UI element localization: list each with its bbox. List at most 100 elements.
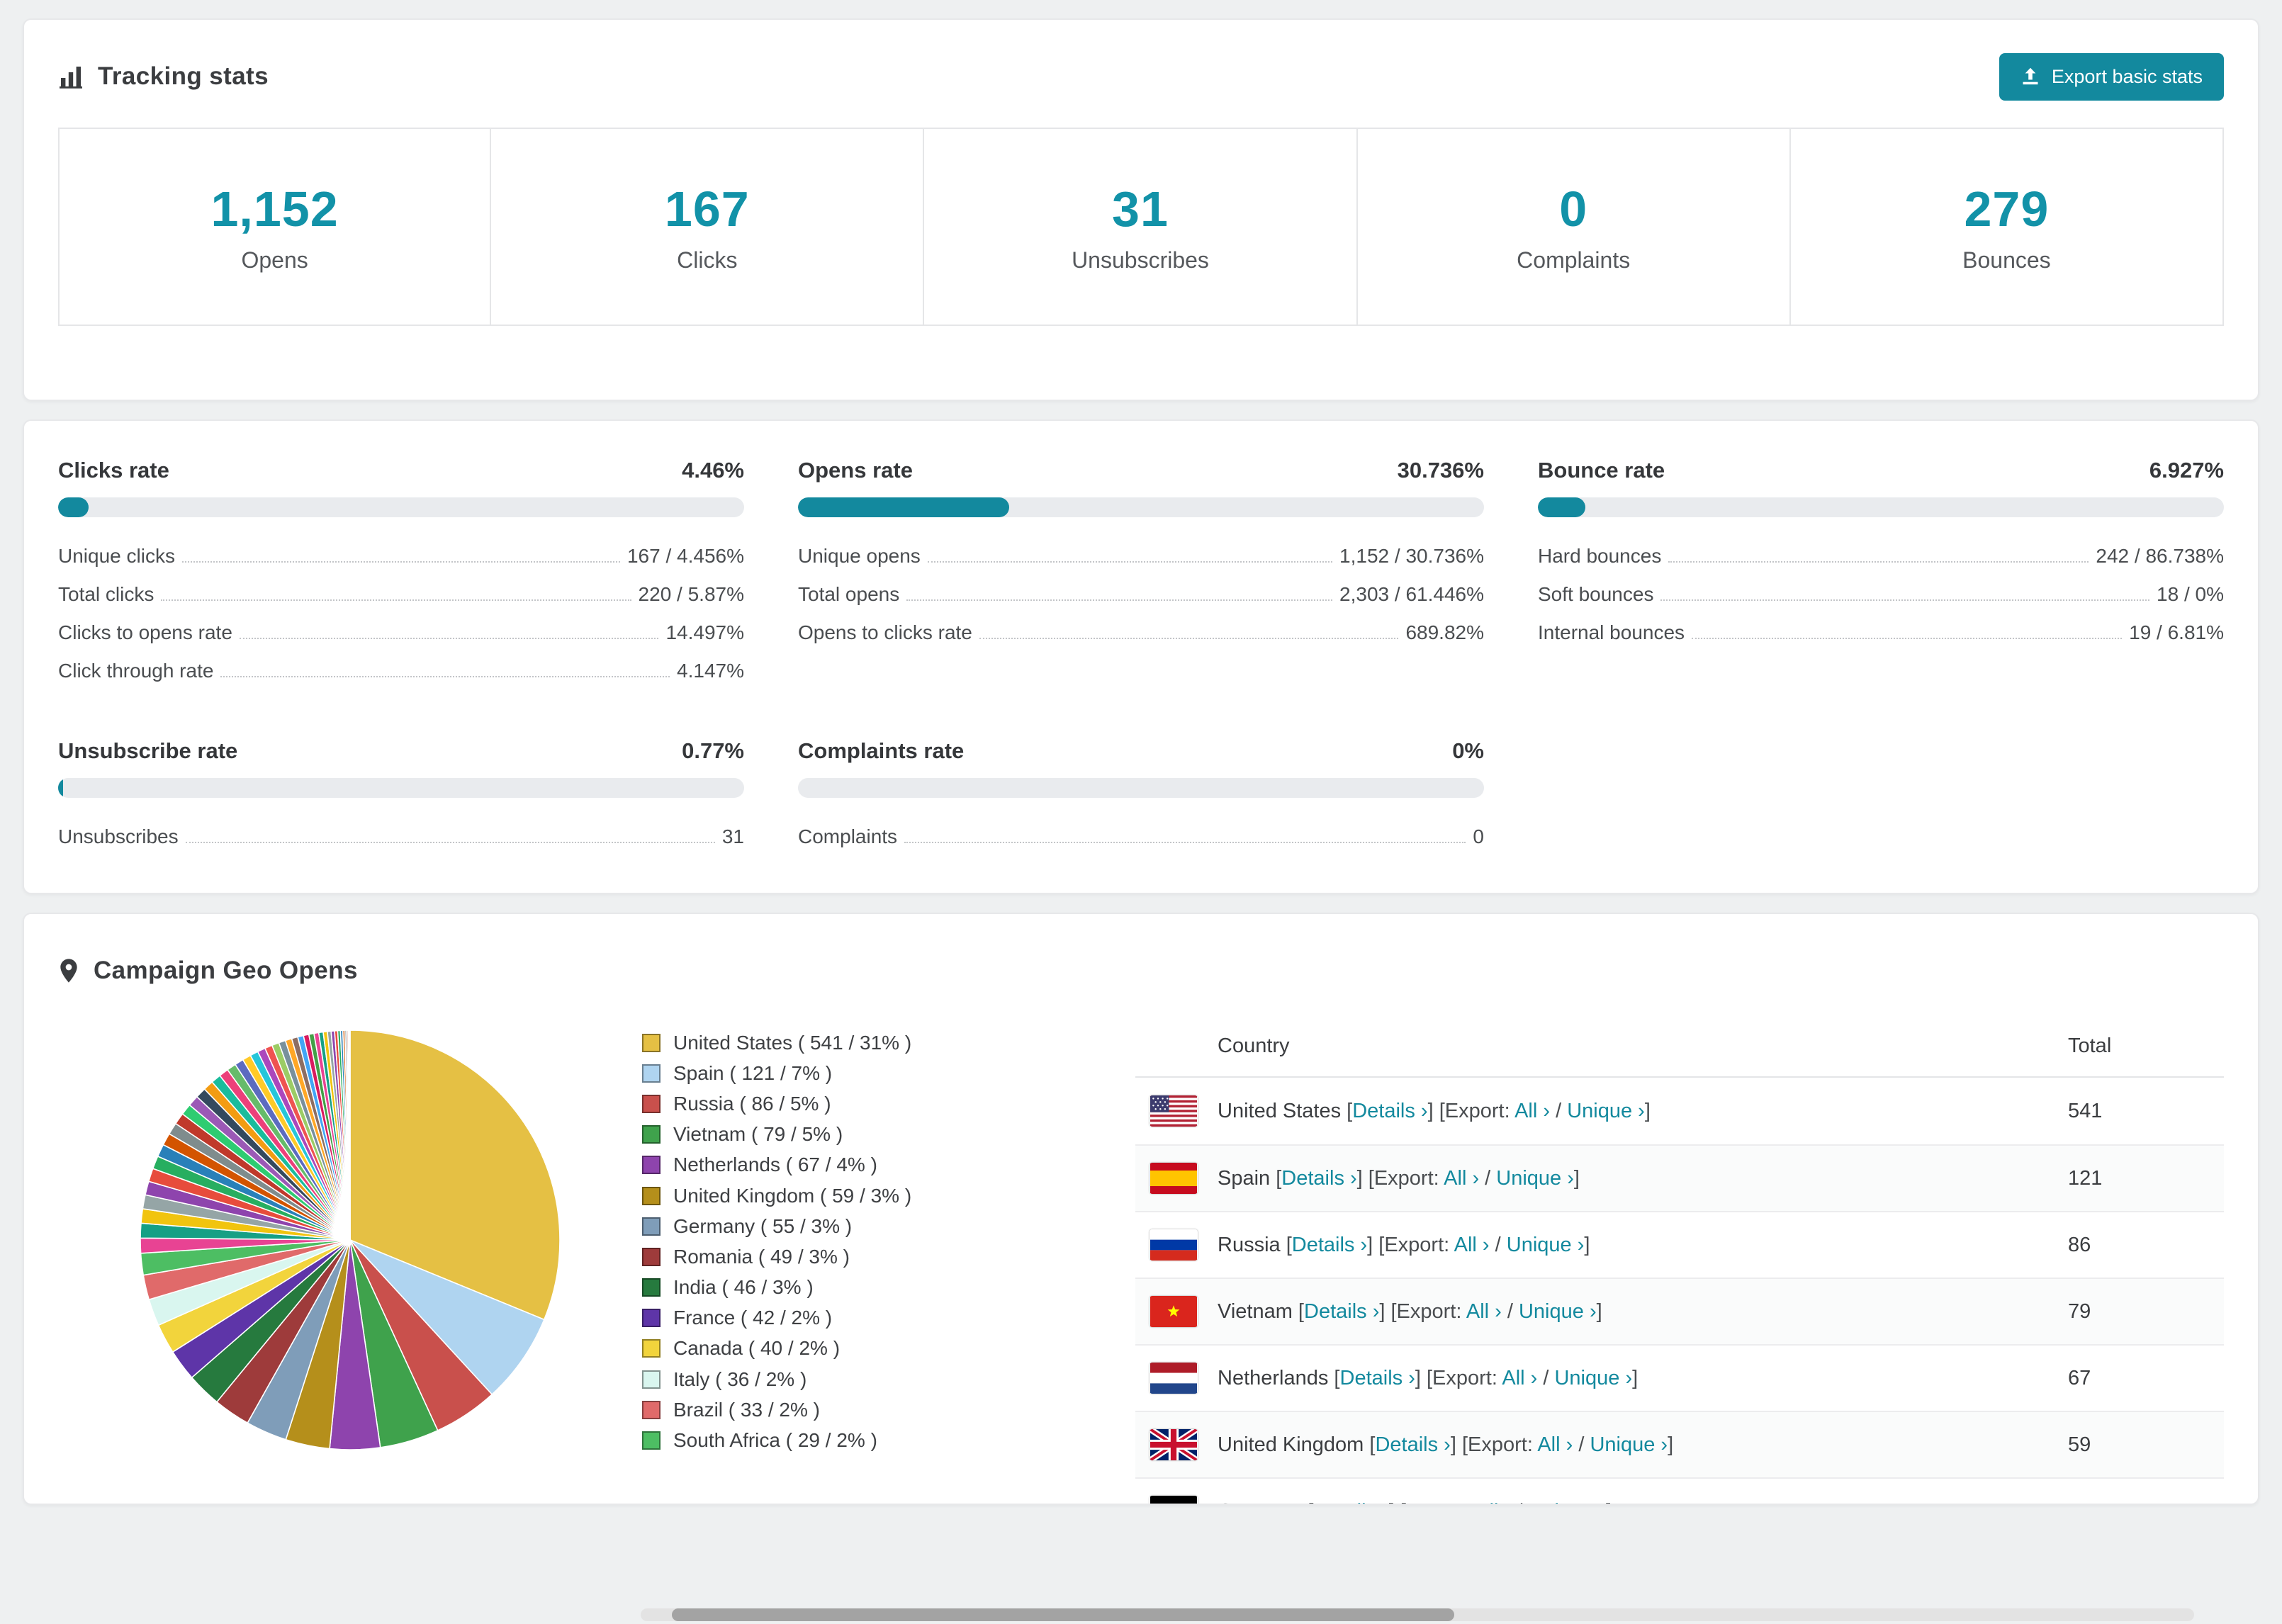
legend-label: India ( 46 / 3% ) xyxy=(673,1276,814,1299)
stat-box-opens: 1,152 Opens xyxy=(58,128,492,326)
export-unique-link[interactable]: Unique › xyxy=(1496,1167,1574,1190)
export-unique-link[interactable]: Unique › xyxy=(1507,1234,1585,1256)
progress-bar xyxy=(58,497,744,517)
stat-row-clicks-to-opens-rate: Clicks to opens rate 14.497% xyxy=(58,614,744,652)
rate-header: Opens rate 30.736% xyxy=(798,458,1484,483)
details-link[interactable]: Details › xyxy=(1304,1300,1379,1323)
rate-header: Unsubscribe rate 0.77% xyxy=(58,738,744,764)
stat-row-label: Unsubscribes xyxy=(58,825,179,847)
dotted-leader xyxy=(220,676,670,677)
legend-swatch xyxy=(642,1156,661,1175)
legend-label: Netherlands ( 67 / 4% ) xyxy=(673,1154,877,1176)
details-link[interactable]: Details › xyxy=(1313,1500,1388,1504)
horizontal-scrollbar[interactable] xyxy=(641,1608,2194,1621)
geo-header: Campaign Geo Opens xyxy=(58,945,2224,996)
export-label: Export: xyxy=(1384,1233,1454,1256)
rate-title: Clicks rate xyxy=(58,458,169,483)
stat-row-internal-bounces: Internal bounces 19 / 6.81% xyxy=(1538,614,2224,652)
stat-row-label: Total opens xyxy=(798,583,900,605)
legend-swatch xyxy=(642,1247,661,1266)
stat-row-label: Unique opens xyxy=(798,545,921,567)
rate-value: 4.46% xyxy=(682,458,744,483)
export-all-link[interactable]: All › xyxy=(1466,1300,1502,1323)
country-total: 79 xyxy=(2068,1299,2091,1323)
stat-row-value: 14.497% xyxy=(665,621,744,643)
details-link[interactable]: Details › xyxy=(1352,1100,1427,1122)
stats-row: 1,152 Opens 167 Clicks 31 Unsubscribes 0 Co… xyxy=(58,128,2224,326)
stat-row-value: 167 / 4.456% xyxy=(626,545,744,567)
legend-swatch xyxy=(642,1309,661,1328)
rate-header: Bounce rate 6.927% xyxy=(1538,458,2224,483)
flag-nl-icon xyxy=(1150,1363,1198,1394)
country-cell: Germany [Details ›] [Export: All › / Uni… xyxy=(1218,1500,1612,1504)
export-label: Export: xyxy=(1432,1366,1502,1389)
rate-clicks-rate: Clicks rate 4.46% Unique clicks 167 / 4.456… xyxy=(58,458,744,690)
country-total: 121 xyxy=(2068,1166,2103,1190)
dotted-leader xyxy=(1668,561,2089,563)
legend-item-brazil: Brazil ( 33 / 2% ) xyxy=(642,1394,1096,1425)
legend-label: Spain ( 121 / 7% ) xyxy=(673,1061,833,1084)
stat-row-value: 31 xyxy=(721,825,744,847)
details-link[interactable]: Details › xyxy=(1375,1433,1450,1456)
details-link[interactable]: Details › xyxy=(1292,1234,1367,1256)
country-name: United Kingdom xyxy=(1218,1433,1364,1456)
country-name: Vietnam xyxy=(1218,1299,1293,1323)
export-all-link[interactable]: All › xyxy=(1444,1167,1479,1190)
flag-us-icon xyxy=(1150,1095,1198,1127)
export-unique-link[interactable]: Unique › xyxy=(1590,1433,1668,1456)
export-unique-link[interactable]: Unique › xyxy=(1567,1100,1645,1122)
dotted-leader xyxy=(1692,638,2123,639)
progress-bar xyxy=(58,778,744,798)
table-row-united-states: United States [Details ›] [Export: All ›… xyxy=(1135,1078,2224,1144)
dotted-leader xyxy=(181,561,620,563)
stat-value: 279 xyxy=(1964,181,2050,237)
dotted-leader xyxy=(904,842,1466,843)
export-label: Export: xyxy=(1373,1166,1444,1190)
rate-title: Unsubscribe rate xyxy=(58,738,238,763)
stat-row-unsubscribes: Unsubscribes 31 xyxy=(58,818,744,856)
export-label: Export: xyxy=(1406,1500,1476,1504)
progress-bar xyxy=(1538,497,2224,517)
stat-value: 1,152 xyxy=(210,181,339,237)
export-basic-stats-button[interactable]: Export basic stats xyxy=(1999,52,2224,101)
details-link[interactable]: Details › xyxy=(1281,1167,1356,1190)
stat-row-value: 689.82% xyxy=(1405,621,1484,643)
export-icon xyxy=(2020,67,2040,86)
export-unique-link[interactable]: Unique › xyxy=(1528,1500,1606,1504)
export-all-link[interactable]: All › xyxy=(1454,1234,1490,1256)
stat-row-value: 4.147% xyxy=(677,660,744,682)
stat-row-unique-opens: Unique opens 1,152 / 30.736% xyxy=(798,537,1484,575)
stat-label: Clicks xyxy=(677,247,738,273)
legend-label: United States ( 541 / 31% ) xyxy=(673,1031,912,1054)
flag-vn-icon xyxy=(1150,1296,1198,1327)
stat-row-value: 2,303 / 61.446% xyxy=(1339,583,1484,605)
stat-row-total-opens: Total opens 2,303 / 61.446% xyxy=(798,575,1484,614)
details-link[interactable]: Details › xyxy=(1340,1367,1415,1389)
legend-item-germany: Germany ( 55 / 3% ) xyxy=(642,1211,1096,1241)
legend-item-united-kingdom: United Kingdom ( 59 / 3% ) xyxy=(642,1180,1096,1211)
export-all-link[interactable]: All › xyxy=(1537,1433,1573,1456)
export-all-link[interactable]: All › xyxy=(1502,1367,1537,1389)
geo-table-header: Country Total xyxy=(1135,1016,2224,1078)
legend-label: South Africa ( 29 / 2% ) xyxy=(673,1429,877,1452)
legend-label: Brazil ( 33 / 2% ) xyxy=(673,1398,820,1421)
rates-grid: Clicks rate 4.46% Unique clicks 167 / 4.456… xyxy=(58,452,2224,862)
flag-es-icon xyxy=(1150,1163,1198,1194)
export-unique-link[interactable]: Unique › xyxy=(1519,1300,1597,1323)
geo-table: Country Total United States [Details ›] … xyxy=(1135,1016,2224,1504)
legend-item-russia: Russia ( 86 / 5% ) xyxy=(642,1088,1096,1119)
legend-item-france: France ( 42 / 2% ) xyxy=(642,1303,1096,1333)
stat-row-value: 19 / 6.81% xyxy=(2129,621,2224,643)
flag-de-icon xyxy=(1150,1496,1198,1504)
table-row-united-kingdom: United Kingdom [Details ›] [Export: All … xyxy=(1135,1411,2224,1477)
stat-row-label: Hard bounces xyxy=(1538,545,1662,567)
legend-item-india: India ( 46 / 3% ) xyxy=(642,1273,1096,1303)
legend-label: Canada ( 40 / 2% ) xyxy=(673,1337,841,1360)
export-all-link[interactable]: All › xyxy=(1476,1500,1511,1504)
scrollbar-thumb[interactable] xyxy=(672,1608,1454,1621)
stat-label: Unsubscribes xyxy=(1072,247,1209,273)
export-unique-link[interactable]: Unique › xyxy=(1554,1367,1632,1389)
export-all-link[interactable]: All › xyxy=(1514,1100,1550,1122)
legend-swatch xyxy=(642,1278,661,1297)
column-header-country: Country xyxy=(1218,1034,1290,1057)
